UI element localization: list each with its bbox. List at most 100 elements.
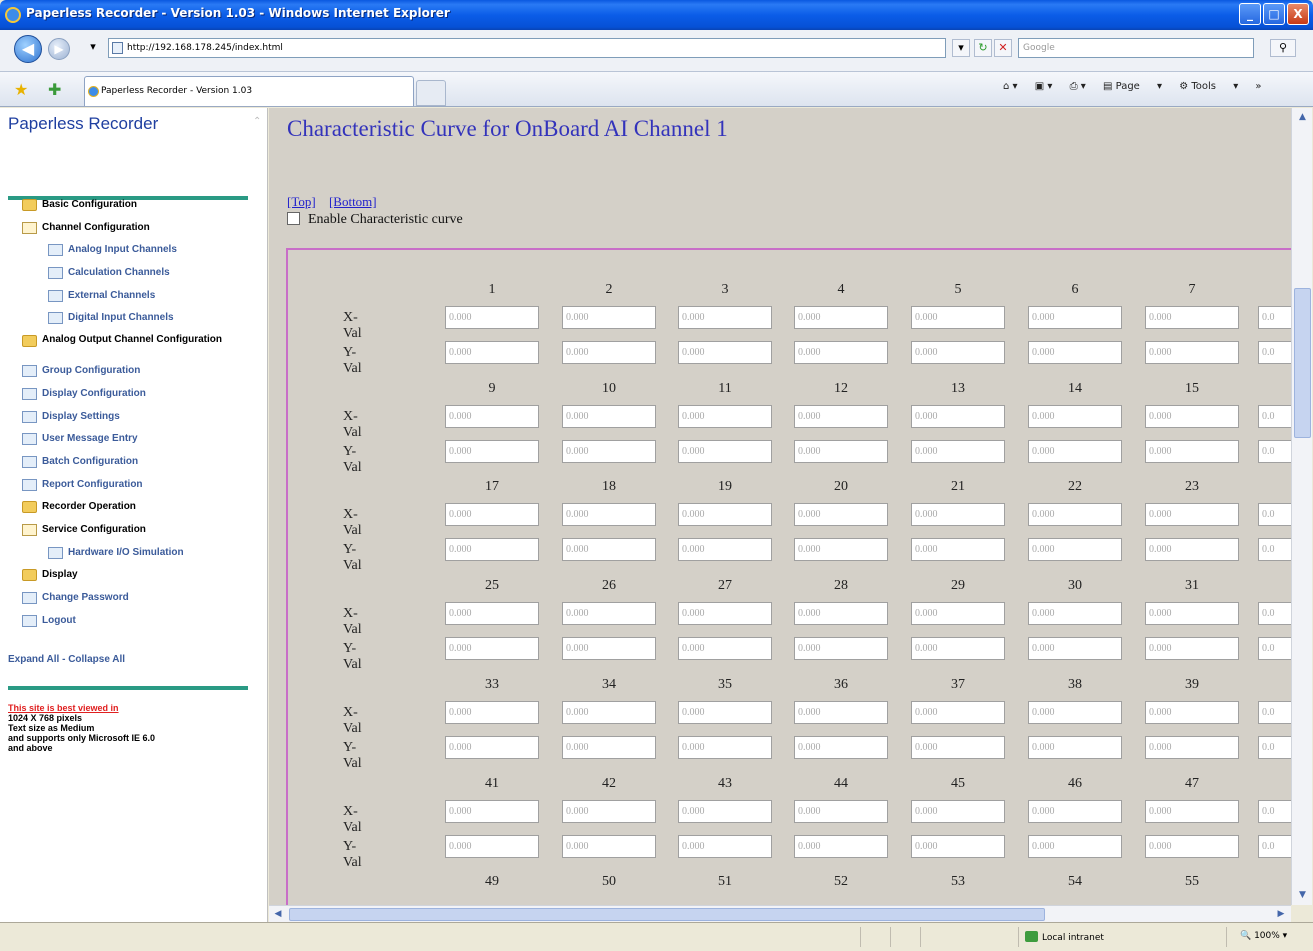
minimize-button[interactable]: _ bbox=[1239, 3, 1261, 25]
sidebar-item[interactable]: Service Configuration bbox=[22, 519, 262, 542]
y-value-input[interactable]: 0.000 bbox=[1145, 735, 1239, 759]
address-field[interactable]: http://192.168.178.245/index.html bbox=[108, 38, 946, 58]
y-value-input[interactable]: 0.000 bbox=[562, 439, 656, 463]
y-value-input[interactable]: 0.000 bbox=[794, 735, 888, 759]
top-link[interactable]: [Top] bbox=[287, 194, 316, 209]
x-value-input[interactable]: 0.000 bbox=[911, 306, 1005, 329]
x-value-input[interactable]: 0.000 bbox=[562, 700, 656, 724]
x-value-input[interactable]: 0.0 bbox=[1258, 700, 1291, 724]
x-value-input[interactable]: 0.000 bbox=[562, 799, 656, 823]
bottom-link[interactable]: [Bottom] bbox=[329, 194, 377, 209]
y-value-input[interactable]: 0.000 bbox=[911, 735, 1005, 759]
sidebar-item[interactable]: Batch Configuration bbox=[22, 451, 262, 474]
sidebar-item[interactable]: Hardware I/O Simulation bbox=[48, 542, 262, 565]
y-value-input[interactable]: 0.000 bbox=[445, 834, 539, 858]
maximize-button[interactable]: □ bbox=[1263, 3, 1285, 25]
y-value-input[interactable]: 0.000 bbox=[1028, 439, 1122, 463]
x-value-input[interactable]: 0.000 bbox=[678, 404, 772, 428]
x-value-input[interactable]: 0.000 bbox=[794, 306, 888, 329]
x-value-input[interactable]: 0.000 bbox=[794, 700, 888, 724]
close-button[interactable]: X bbox=[1287, 3, 1309, 25]
sidebar-item[interactable]: External Channels bbox=[48, 285, 262, 308]
y-value-input[interactable]: 0.000 bbox=[678, 439, 772, 463]
y-value-input[interactable]: 0.000 bbox=[1145, 439, 1239, 463]
y-value-input[interactable]: 0.000 bbox=[911, 637, 1005, 661]
y-value-input[interactable]: 0.000 bbox=[911, 341, 1005, 364]
y-value-input[interactable]: 0.000 bbox=[794, 538, 888, 562]
x-value-input[interactable]: 0.000 bbox=[1028, 602, 1122, 626]
y-value-input[interactable]: 0.000 bbox=[1145, 637, 1239, 661]
x-value-input[interactable]: 0.0 bbox=[1258, 602, 1291, 626]
y-value-input[interactable]: 0.0 bbox=[1258, 538, 1291, 562]
x-value-input[interactable]: 0.000 bbox=[911, 799, 1005, 823]
back-icon[interactable]: ◀ bbox=[14, 35, 42, 63]
horizontal-scrollbar[interactable]: ◀ ▶ bbox=[269, 905, 1291, 922]
y-value-input[interactable]: 0.000 bbox=[445, 439, 539, 463]
new-tab-button[interactable] bbox=[416, 80, 446, 106]
x-value-input[interactable]: 0.000 bbox=[445, 602, 539, 626]
collapse-all-link[interactable]: Collapse All bbox=[68, 654, 125, 665]
x-value-input[interactable]: 0.000 bbox=[911, 503, 1005, 527]
sidebar-item[interactable]: Report Configuration bbox=[22, 474, 262, 497]
sidebar-item[interactable]: Display Settings bbox=[22, 406, 262, 429]
sidebar-item[interactable]: Analog Input Channels bbox=[48, 239, 262, 262]
enable-curve-checkbox[interactable] bbox=[287, 212, 300, 225]
y-value-input[interactable]: 0.000 bbox=[794, 341, 888, 364]
x-value-input[interactable]: 0.000 bbox=[794, 799, 888, 823]
y-value-input[interactable]: 0.000 bbox=[562, 341, 656, 364]
y-value-input[interactable]: 0.000 bbox=[1028, 735, 1122, 759]
y-value-input[interactable]: 0.000 bbox=[1028, 538, 1122, 562]
tools-menu[interactable]: ⚙ Tools ▾ bbox=[1179, 81, 1238, 92]
sidebar-item[interactable]: Display bbox=[22, 564, 262, 587]
x-value-input[interactable]: 0.000 bbox=[678, 700, 772, 724]
y-value-input[interactable]: 0.000 bbox=[1145, 341, 1239, 364]
x-value-input[interactable]: 0.000 bbox=[1145, 799, 1239, 823]
x-value-input[interactable]: 0.000 bbox=[794, 503, 888, 527]
y-value-input[interactable]: 0.000 bbox=[562, 637, 656, 661]
y-value-input[interactable]: 0.000 bbox=[1145, 834, 1239, 858]
y-value-input[interactable]: 0.000 bbox=[562, 735, 656, 759]
scroll-up-icon[interactable]: ▲ bbox=[1293, 108, 1312, 126]
refresh-icon[interactable]: ↻ bbox=[974, 39, 992, 57]
search-input[interactable]: Google bbox=[1018, 38, 1254, 58]
y-value-input[interactable]: 0.000 bbox=[794, 637, 888, 661]
vertical-scroll-thumb[interactable] bbox=[1294, 288, 1311, 438]
x-value-input[interactable]: 0.000 bbox=[445, 700, 539, 724]
x-value-input[interactable]: 0.0 bbox=[1258, 306, 1291, 329]
x-value-input[interactable]: 0.000 bbox=[1028, 799, 1122, 823]
x-value-input[interactable]: 0.000 bbox=[911, 404, 1005, 428]
forward-icon[interactable]: ▶ bbox=[48, 38, 70, 60]
y-value-input[interactable]: 0.000 bbox=[678, 341, 772, 364]
tab-paperless-recorder[interactable]: Paperless Recorder - Version 1.03 bbox=[84, 76, 414, 106]
sidebar-item[interactable]: User Message Entry bbox=[22, 428, 262, 451]
y-value-input[interactable]: 0.000 bbox=[1028, 341, 1122, 364]
y-value-input[interactable]: 0.000 bbox=[678, 538, 772, 562]
x-value-input[interactable]: 0.000 bbox=[1145, 404, 1239, 428]
y-value-input[interactable]: 0.000 bbox=[794, 834, 888, 858]
x-value-input[interactable]: 0.000 bbox=[562, 404, 656, 428]
scroll-right-icon[interactable]: ▶ bbox=[1272, 906, 1290, 923]
sidebar-item[interactable]: Basic Configuration bbox=[22, 194, 262, 217]
feeds-icon[interactable]: ▣ ▾ bbox=[1035, 81, 1053, 92]
address-dropdown-icon[interactable]: ▾ bbox=[952, 39, 970, 57]
y-value-input[interactable]: 0.0 bbox=[1258, 341, 1291, 364]
print-icon[interactable]: ⎙ ▾ bbox=[1070, 81, 1086, 92]
x-value-input[interactable]: 0.000 bbox=[562, 306, 656, 329]
y-value-input[interactable]: 0.000 bbox=[911, 538, 1005, 562]
search-icon[interactable]: ⚲ bbox=[1270, 39, 1296, 57]
x-value-input[interactable]: 0.000 bbox=[678, 602, 772, 626]
x-value-input[interactable]: 0.000 bbox=[1028, 306, 1122, 329]
sidebar-item[interactable]: Display Configuration bbox=[22, 383, 262, 406]
x-value-input[interactable]: 0.000 bbox=[1145, 306, 1239, 329]
home-icon[interactable]: ⌂ ▾ bbox=[1003, 81, 1018, 92]
y-value-input[interactable]: 0.0 bbox=[1258, 834, 1291, 858]
y-value-input[interactable]: 0.0 bbox=[1258, 637, 1291, 661]
page-menu[interactable]: ▤ Page ▾ bbox=[1103, 81, 1162, 92]
x-value-input[interactable]: 0.000 bbox=[1145, 503, 1239, 527]
x-value-input[interactable]: 0.000 bbox=[678, 306, 772, 329]
y-value-input[interactable]: 0.000 bbox=[562, 834, 656, 858]
sidebar-item[interactable]: Change Password bbox=[22, 587, 262, 610]
y-value-input[interactable]: 0.000 bbox=[562, 538, 656, 562]
x-value-input[interactable]: 0.000 bbox=[678, 503, 772, 527]
expand-all-link[interactable]: Expand All bbox=[8, 654, 59, 665]
